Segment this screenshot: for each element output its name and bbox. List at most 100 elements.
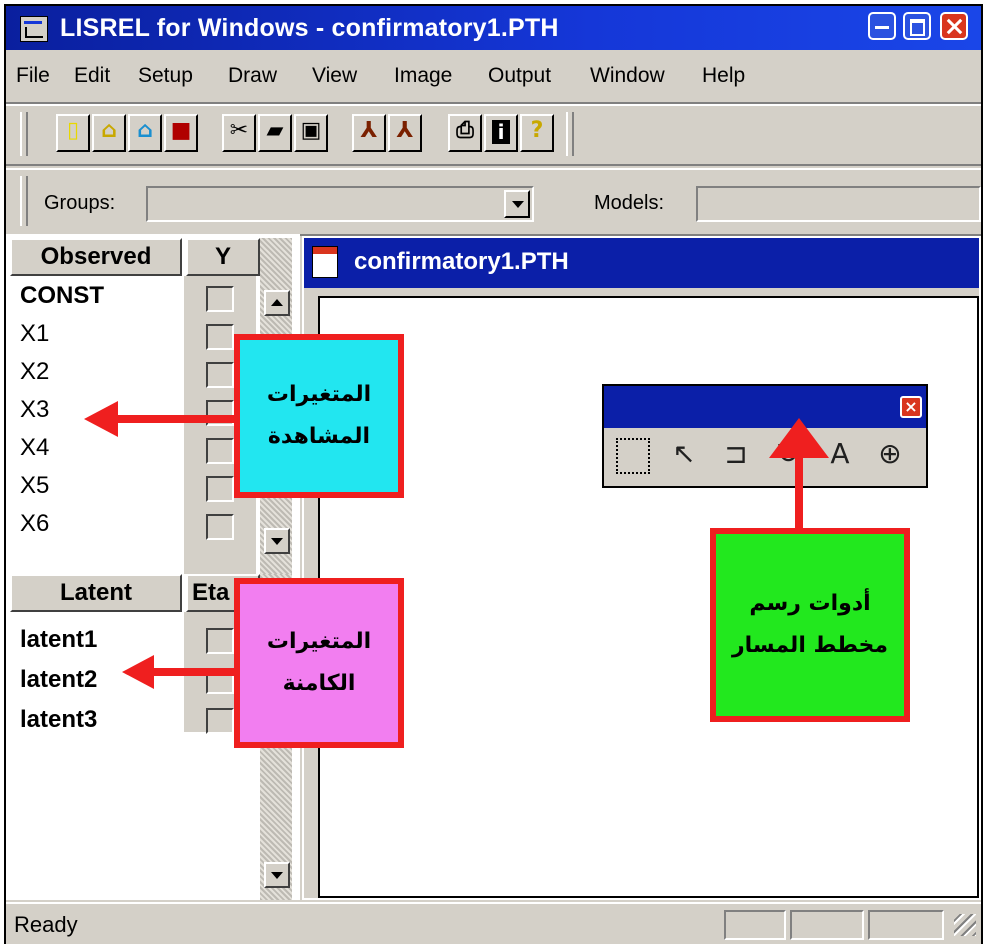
menu-edit[interactable]: Edit — [74, 64, 110, 88]
info-button[interactable]: i — [484, 114, 518, 152]
minimize-button[interactable] — [868, 12, 896, 40]
path-diagram-alt-button[interactable]: ⅄ — [388, 114, 422, 152]
menu-bar: File Edit Setup Draw View Image Output W… — [6, 52, 981, 104]
cut-button[interactable]: ✂ — [222, 114, 256, 152]
toolbar-separator — [566, 112, 574, 156]
draw-tools-annotation-box: أدوات رسم مخطط المسار — [710, 528, 910, 722]
menu-view[interactable]: View — [312, 64, 357, 88]
latent-var-1[interactable]: latent1 — [20, 626, 97, 654]
menu-draw[interactable]: Draw — [228, 64, 277, 88]
open-button[interactable]: ⌂ — [92, 114, 126, 152]
toolbar-grip[interactable] — [20, 112, 28, 156]
observed-y-header[interactable]: Y — [186, 238, 260, 276]
menu-window[interactable]: Window — [590, 64, 665, 88]
info-icon: i — [492, 120, 510, 144]
observed-var-const[interactable]: CONST — [20, 282, 104, 310]
paste-button[interactable]: ▣ — [294, 114, 328, 152]
help-button[interactable]: ? — [520, 114, 554, 152]
latent-annotation-line1: المتغيرات — [266, 629, 372, 655]
observed-arrowhead — [84, 401, 118, 437]
menu-image[interactable]: Image — [394, 64, 452, 88]
observed-var-x6[interactable]: X6 — [20, 510, 49, 538]
path-diagram-icon: ⅄ — [360, 118, 378, 143]
latent-scroll-down-button[interactable] — [264, 862, 290, 888]
models-combo[interactable] — [696, 186, 981, 222]
path-diagram-button[interactable]: ⅄ — [352, 114, 386, 152]
menu-file[interactable]: File — [16, 64, 50, 88]
status-bar: Ready — [6, 902, 981, 944]
groups-bar-grip[interactable] — [20, 176, 28, 226]
open-alt-button[interactable]: ⌂ — [128, 114, 162, 152]
document-title: confirmatory1.PTH — [354, 248, 569, 275]
draw-tools-palette: × ↖ ⊐ ↻ A ⊕ — [602, 384, 928, 488]
arrow-icon[interactable]: ↖ — [666, 434, 702, 474]
print-icon: ⎙ — [456, 118, 474, 143]
copy-icon: ▰ — [266, 118, 284, 143]
latent-eta-checkbox[interactable] — [206, 708, 234, 734]
title-bar: LISREL for Windows - confirmatory1.PTH — [6, 6, 981, 50]
lisrel-main-window: LISREL for Windows - confirmatory1.PTH F… — [4, 4, 983, 944]
window-title: LISREL for Windows - confirmatory1.PTH — [60, 14, 559, 42]
menu-output[interactable]: Output — [488, 64, 551, 88]
groups-models-bar: Groups: Models: — [6, 168, 981, 236]
status-panel — [790, 910, 864, 940]
print-button[interactable]: ⎙ — [448, 114, 482, 152]
observed-arrow-line — [112, 415, 236, 423]
menu-setup[interactable]: Setup — [138, 64, 193, 88]
help-icon: ? — [530, 118, 544, 143]
latent-var-2[interactable]: latent2 — [20, 666, 97, 694]
observed-header[interactable]: Observed — [10, 238, 182, 276]
save-button[interactable]: ■ — [164, 114, 198, 152]
select-rectangle-icon[interactable] — [616, 438, 650, 474]
close-icon[interactable]: × — [900, 396, 922, 418]
observed-y-checkbox[interactable] — [206, 362, 234, 388]
observed-y-checkbox[interactable] — [206, 438, 234, 464]
status-text: Ready — [14, 912, 78, 937]
groups-label: Groups: — [44, 192, 116, 214]
status-panel — [868, 910, 944, 940]
status-panel — [724, 910, 786, 940]
latent-eta-checkbox[interactable] — [206, 628, 234, 654]
close-button[interactable] — [940, 12, 968, 40]
groups-combo[interactable] — [146, 186, 534, 222]
path-arrow-icon[interactable]: ⊐ — [718, 434, 754, 474]
observed-y-checkbox[interactable] — [206, 514, 234, 540]
new-file-button[interactable]: ▯ — [56, 114, 90, 152]
latent-arrowhead — [122, 655, 154, 689]
observed-var-x2[interactable]: X2 — [20, 358, 49, 386]
zoom-icon[interactable]: ⊕ — [872, 434, 908, 474]
new-file-icon: ▯ — [66, 118, 80, 143]
observed-y-checkbox[interactable] — [206, 286, 234, 312]
open-folder-alt-icon: ⌂ — [137, 118, 153, 143]
latent-header[interactable]: Latent — [10, 574, 182, 612]
chevron-down-icon[interactable] — [504, 190, 530, 218]
observed-annotation-line1: المتغيرات — [266, 382, 372, 408]
observed-y-checkbox[interactable] — [206, 476, 234, 502]
models-label: Models: — [594, 192, 665, 214]
tools-annotation-line1: أدوات رسم — [749, 591, 871, 617]
observed-y-checkbox[interactable] — [206, 324, 234, 350]
tools-arrow-line — [795, 452, 803, 530]
observed-annotation-box: المتغيرات المشاهدة — [234, 334, 404, 498]
observed-scroll-down-button[interactable] — [264, 528, 290, 554]
observed-var-x5[interactable]: X5 — [20, 472, 49, 500]
document-icon — [312, 246, 338, 278]
tools-arrowhead — [769, 418, 829, 458]
observed-scroll-up-button[interactable] — [264, 290, 290, 316]
draw-tools-title-bar[interactable]: × — [604, 386, 926, 428]
observed-var-x4[interactable]: X4 — [20, 434, 49, 462]
latent-var-3[interactable]: latent3 — [20, 706, 97, 734]
copy-button[interactable]: ▰ — [258, 114, 292, 152]
app-icon[interactable] — [20, 16, 48, 42]
paste-icon: ▣ — [300, 118, 322, 143]
observed-var-x3[interactable]: X3 — [20, 396, 49, 424]
menu-help[interactable]: Help — [702, 64, 745, 88]
save-icon: ■ — [170, 118, 192, 143]
document-title-bar: confirmatory1.PTH — [304, 238, 979, 288]
cut-icon: ✂ — [229, 118, 249, 143]
resize-grip[interactable] — [954, 914, 976, 936]
observed-var-x1[interactable]: X1 — [20, 320, 49, 348]
path-diagram-alt-icon: ⅄ — [396, 118, 414, 143]
maximize-button[interactable] — [903, 12, 931, 40]
open-folder-icon: ⌂ — [101, 118, 117, 143]
